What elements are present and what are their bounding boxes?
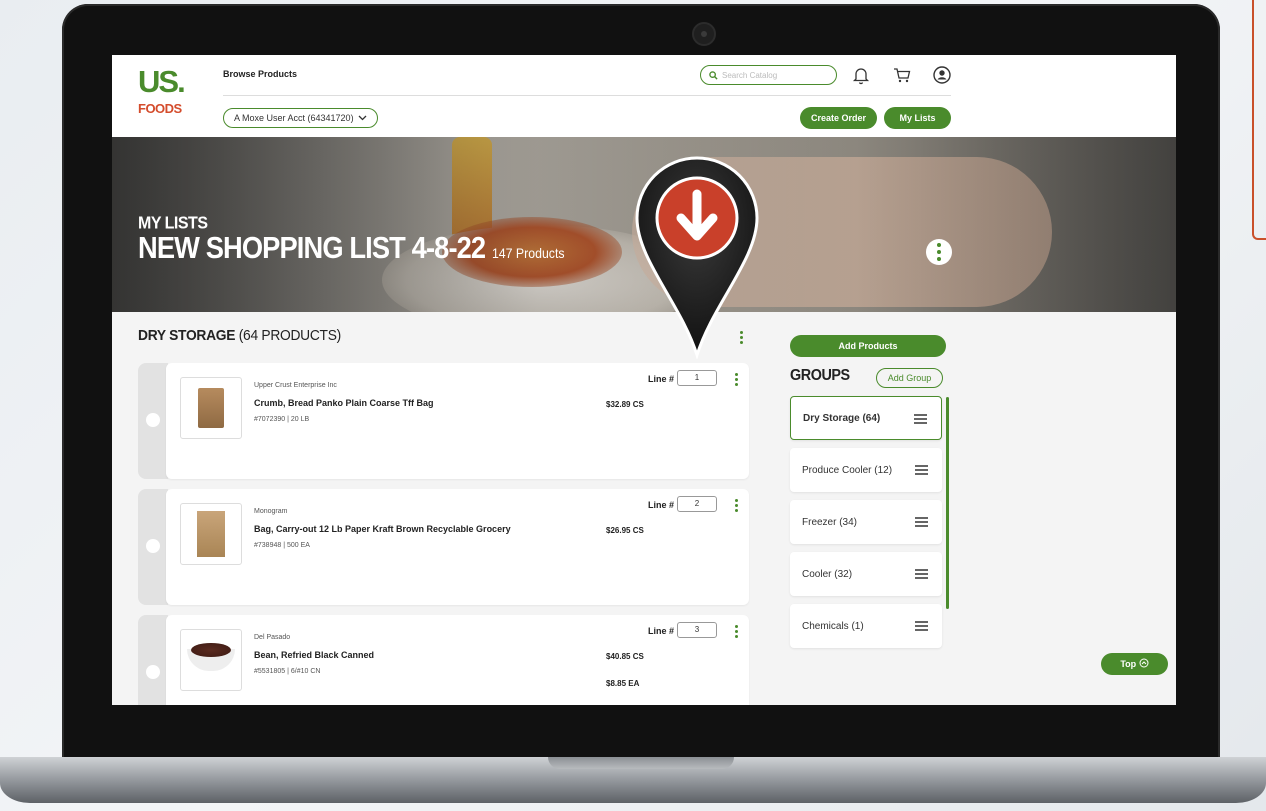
- cart-button[interactable]: [892, 65, 912, 85]
- product-count: 147 Products: [491, 245, 565, 261]
- drag-handle-icon[interactable]: [915, 465, 928, 475]
- section-title: DRY STORAGE (64 PRODUCTS): [138, 327, 341, 344]
- product-kebab-icon[interactable]: [733, 499, 739, 512]
- line-number-input[interactable]: 2: [677, 496, 717, 512]
- product-kebab-icon[interactable]: [733, 625, 739, 638]
- kebab-dot: [937, 250, 941, 254]
- search-icon: [709, 70, 718, 80]
- line-label: Line #: [648, 500, 675, 510]
- add-group-button[interactable]: Add Group: [876, 368, 943, 388]
- account-label: A Moxe User Acct (64341720): [234, 113, 354, 123]
- line-number-input[interactable]: 3: [677, 622, 717, 638]
- groups-scrollbar[interactable]: [946, 397, 949, 609]
- laptop-notch: [548, 757, 734, 769]
- product-image[interactable]: [180, 629, 242, 691]
- line-label: Line #: [648, 374, 675, 384]
- product-name[interactable]: Crumb, Bread Panko Plain Coarse Tff Bag: [254, 398, 434, 408]
- add-products-button[interactable]: Add Products: [790, 335, 946, 357]
- profile-button[interactable]: [932, 65, 952, 85]
- bell-icon: [852, 68, 870, 85]
- user-icon: [933, 66, 951, 84]
- drag-handle-icon[interactable]: [915, 621, 928, 631]
- card-select-tab: [138, 615, 168, 705]
- search-input[interactable]: Search Catalog: [700, 65, 837, 85]
- card-select-tab: [138, 363, 168, 479]
- product-meta: #7072390 | 20 LB: [254, 416, 310, 423]
- list-title-text: NEW SHOPPING LIST 4-8-22: [138, 230, 486, 265]
- group-label: Freezer (34): [802, 516, 858, 528]
- product-price: $26.95 CS: [606, 526, 644, 535]
- chevron-up-circle-icon: [1139, 658, 1149, 668]
- drag-handle-icon[interactable]: [914, 414, 927, 424]
- app-screen: US. FOODS Browse Products A Moxe User Ac…: [112, 55, 1176, 705]
- chevron-down-icon: [358, 115, 367, 121]
- laptop-base: [0, 757, 1266, 803]
- account-selector[interactable]: A Moxe User Acct (64341720): [223, 108, 378, 128]
- product-price: $40.85 CS: [606, 652, 644, 661]
- group-item-freezer[interactable]: Freezer (34): [790, 500, 942, 544]
- header-divider: [223, 95, 951, 96]
- notifications-button[interactable]: [851, 65, 871, 85]
- drag-handle-icon[interactable]: [915, 569, 928, 579]
- drag-handle-icon[interactable]: [915, 517, 928, 527]
- group-label: Dry Storage (64): [803, 412, 881, 424]
- section-name: DRY STORAGE: [138, 327, 236, 344]
- product-kebab-icon[interactable]: [733, 373, 739, 386]
- product-card-body[interactable]: Del Pasado Bean, Refried Black Canned #5…: [166, 615, 749, 705]
- product-bowl-image: [187, 643, 235, 671]
- kebab-icon: [937, 243, 941, 247]
- product-price: $32.89 CS: [606, 400, 644, 409]
- cart-icon: [894, 68, 911, 83]
- select-radio[interactable]: [146, 413, 160, 427]
- top-label: Top: [1120, 659, 1137, 669]
- product-image[interactable]: [180, 503, 242, 565]
- kebab-dot: [937, 257, 941, 261]
- group-item-produce-cooler[interactable]: Produce Cooler (12): [790, 448, 942, 492]
- line-label: Line #: [648, 626, 675, 636]
- webcam: [692, 22, 716, 46]
- us-foods-logo[interactable]: US. FOODS: [138, 65, 190, 121]
- select-radio[interactable]: [146, 665, 160, 679]
- list-options-button[interactable]: [926, 239, 952, 265]
- product-card: Monogram Bag, Carry-out 12 Lb Paper Kraf…: [138, 489, 749, 605]
- my-lists-button[interactable]: My Lists: [884, 107, 951, 129]
- list-title: NEW SHOPPING LIST 4-8-22 147 Products: [138, 230, 565, 266]
- top-header: US. FOODS Browse Products A Moxe User Ac…: [112, 55, 1176, 137]
- product-brand: Del Pasado: [254, 634, 291, 641]
- product-card: Upper Crust Enterprise Inc Crumb, Bread …: [138, 363, 749, 479]
- logo-us: US.: [138, 64, 186, 99]
- product-image[interactable]: [180, 377, 242, 439]
- group-item-chemicals[interactable]: Chemicals (1): [790, 604, 942, 648]
- group-label: Chemicals (1): [802, 620, 864, 632]
- product-brand: Upper Crust Enterprise Inc: [254, 382, 337, 389]
- product-name[interactable]: Bag, Carry-out 12 Lb Paper Kraft Brown R…: [254, 524, 511, 534]
- product-meta: #738948 | 500 EA: [254, 542, 310, 549]
- line-number-input[interactable]: 1: [677, 370, 717, 386]
- background-panel: [1252, 0, 1266, 240]
- product-card-body[interactable]: Monogram Bag, Carry-out 12 Lb Paper Kraf…: [166, 489, 749, 605]
- card-select-tab: [138, 489, 168, 605]
- back-to-top-button[interactable]: Top: [1101, 653, 1168, 675]
- group-item-dry-storage[interactable]: Dry Storage (64): [790, 396, 942, 440]
- product-bag-image: [197, 511, 225, 557]
- product-card-body[interactable]: Upper Crust Enterprise Inc Crumb, Bread …: [166, 363, 749, 479]
- select-radio[interactable]: [146, 539, 160, 553]
- product-unit-price: $8.85 EA: [606, 679, 640, 688]
- create-order-button[interactable]: Create Order: [800, 107, 877, 129]
- group-label: Cooler (32): [802, 568, 853, 580]
- section-count: (64 PRODUCTS): [238, 327, 342, 344]
- groups-title: GROUPS: [790, 367, 850, 384]
- group-item-cooler[interactable]: Cooler (32): [790, 552, 942, 596]
- product-brand: Monogram: [254, 508, 288, 515]
- product-meta: #5531805 | 6/#10 CN: [254, 668, 321, 675]
- product-bag-image: [198, 388, 224, 428]
- group-label: Produce Cooler (12): [802, 464, 893, 476]
- logo-foods: FOODS: [138, 101, 182, 116]
- search-placeholder: Search Catalog: [722, 70, 778, 80]
- product-card: Del Pasado Bean, Refried Black Canned #5…: [138, 615, 749, 705]
- browse-products-link[interactable]: Browse Products: [223, 69, 297, 79]
- download-pin-icon: [635, 156, 759, 359]
- product-name[interactable]: Bean, Refried Black Canned: [254, 650, 374, 660]
